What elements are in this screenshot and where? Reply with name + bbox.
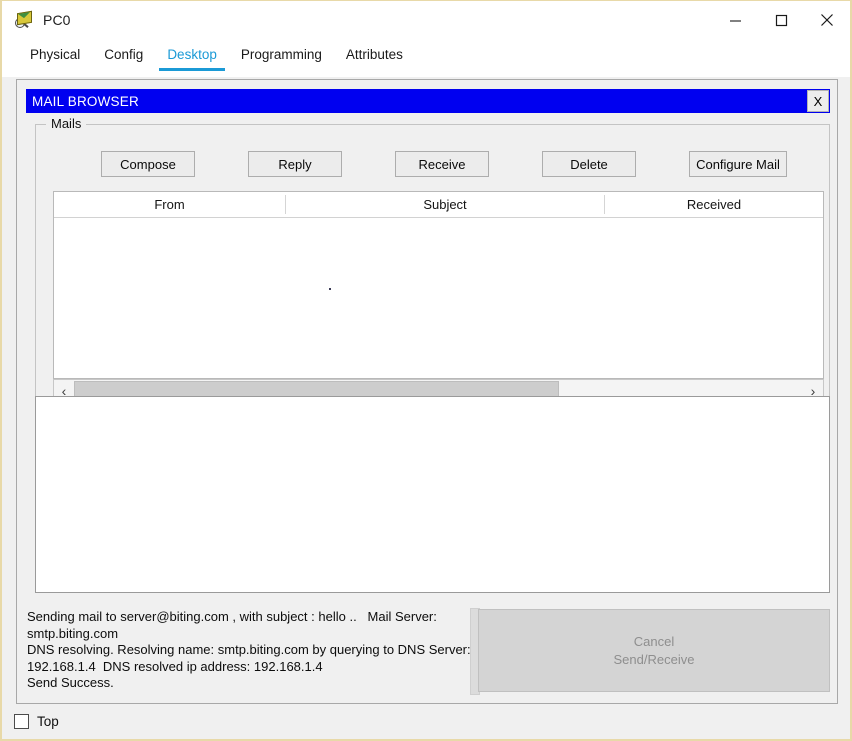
cancel-line-2: Send/Receive	[613, 651, 695, 667]
mail-list-body[interactable]	[54, 218, 823, 378]
tab-physical[interactable]: Physical	[18, 39, 92, 72]
cancel-line-1: Cancel	[633, 633, 675, 649]
desktop-content-panel: MAIL BROWSER X Mails Compose Reply Recei…	[16, 79, 838, 704]
top-checkbox[interactable]	[14, 714, 29, 729]
cancel-send-receive-button[interactable]: Cancel Send/Receive	[478, 609, 830, 692]
status-log-area[interactable]: Sending mail to server@biting.com , with…	[26, 608, 477, 695]
column-header-received[interactable]: Received	[605, 192, 823, 217]
minimize-icon[interactable]	[712, 1, 758, 39]
window-title: PC0	[43, 12, 71, 28]
configure-mail-button[interactable]: Configure Mail	[689, 151, 787, 177]
mail-toolbar: Compose Reply Receive Delete Configure M…	[36, 151, 829, 179]
mail-browser-title: MAIL BROWSER	[32, 93, 139, 109]
close-icon[interactable]	[804, 1, 850, 39]
mails-groupbox-legend: Mails	[46, 116, 87, 131]
mail-browser-close-button[interactable]: X	[807, 90, 829, 112]
message-body-panel[interactable]	[35, 396, 830, 593]
mail-list-header: From Subject Received	[54, 192, 823, 218]
mail-list-table[interactable]: From Subject Received	[53, 191, 824, 379]
tab-programming[interactable]: Programming	[229, 39, 334, 72]
maximize-icon[interactable]	[758, 1, 804, 39]
receive-button[interactable]: Receive	[395, 151, 489, 177]
delete-button[interactable]: Delete	[542, 151, 636, 177]
pc-mail-magnifier-icon	[14, 10, 34, 30]
tab-attributes-label: Attributes	[345, 47, 403, 62]
tab-config[interactable]: Config	[92, 39, 155, 72]
tab-desktop[interactable]: Desktop	[155, 39, 229, 72]
window-titlebar: PC0	[2, 1, 850, 39]
tab-desktop-label: Desktop	[167, 47, 217, 62]
window-footer: Top	[2, 704, 850, 739]
column-header-from[interactable]: From	[54, 192, 285, 217]
tab-programming-label: Programming	[240, 47, 322, 62]
reply-button[interactable]: Reply	[248, 151, 342, 177]
tab-attributes[interactable]: Attributes	[334, 39, 415, 72]
top-checkbox-label: Top	[37, 714, 59, 729]
status-log-text: Sending mail to server@biting.com , with…	[27, 609, 471, 690]
window-controls	[712, 1, 850, 39]
compose-button[interactable]: Compose	[101, 151, 195, 177]
mails-groupbox: Mails Compose Reply Receive Delete Confi…	[35, 116, 830, 420]
tab-config-label: Config	[104, 47, 144, 62]
tab-physical-label: Physical	[30, 47, 81, 62]
device-tabstrip: Physical Config Desktop Programming Attr…	[2, 39, 850, 77]
pc-device-window: PC0 Physical Config Desktop Programming …	[0, 0, 852, 741]
list-cursor-artifact	[329, 288, 331, 290]
mail-browser-header: MAIL BROWSER X	[26, 89, 830, 113]
column-header-subject[interactable]: Subject	[286, 192, 604, 217]
